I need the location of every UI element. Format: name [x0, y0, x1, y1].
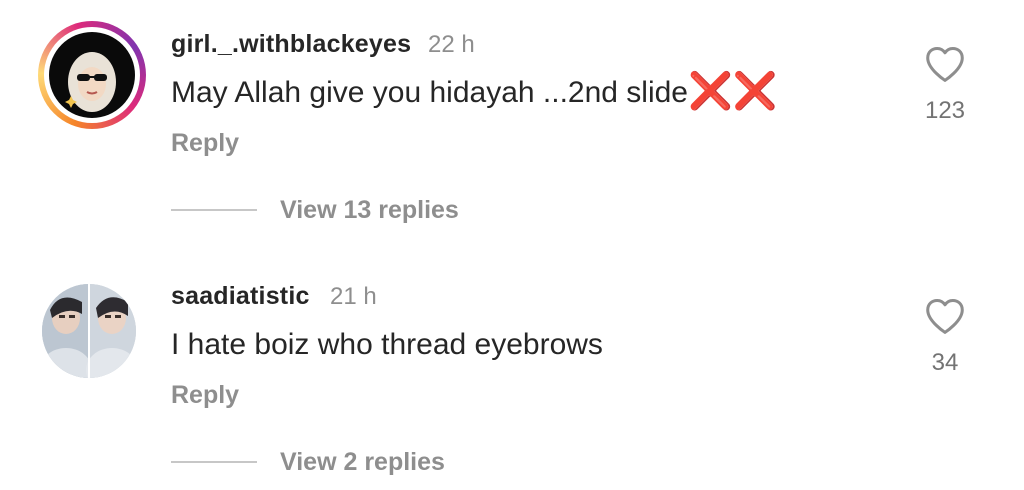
heart-outline-icon [926, 298, 964, 334]
reply-button[interactable]: Reply [171, 381, 239, 410]
avatar-image [42, 284, 136, 378]
comment-item: girl._.withblackeyes 22 h May Allah give… [0, 0, 1024, 250]
view-replies-label: View 2 replies [280, 448, 445, 476]
like-button[interactable]: 123 [922, 45, 968, 125]
like-button[interactable]: 34 [922, 297, 968, 377]
replies-divider [171, 209, 257, 211]
view-replies-button[interactable]: View 2 replies [171, 448, 471, 478]
comment-text: I hate boiz who thread eyebrows [171, 328, 603, 361]
comment-body: May Allah give you hidayah ...2nd slide [171, 76, 688, 109]
heart-outline-icon [926, 46, 964, 82]
cross-mark-emoji-icon: ❌❌ [688, 70, 778, 111]
avatar[interactable] [38, 21, 146, 129]
reply-button[interactable]: Reply [171, 129, 239, 158]
comment-timestamp: 21 h [330, 283, 377, 310]
avatar[interactable] [42, 284, 136, 378]
comment-timestamp: 22 h [428, 31, 475, 58]
replies-divider [171, 461, 257, 463]
like-count: 123 [924, 97, 966, 124]
comment-text: May Allah give you hidayah ...2nd slide❌… [171, 70, 778, 111]
avatar-image [49, 32, 135, 118]
like-count: 34 [931, 349, 959, 376]
view-replies-label: View 13 replies [280, 196, 459, 224]
comment-username[interactable]: saadiatistic [171, 282, 310, 311]
view-replies-button[interactable]: View 13 replies [171, 196, 471, 226]
comment-username[interactable]: girl._.withblackeyes [171, 30, 411, 59]
comment-item: saadiatistic 21 h I hate boiz who thread… [0, 250, 1024, 490]
